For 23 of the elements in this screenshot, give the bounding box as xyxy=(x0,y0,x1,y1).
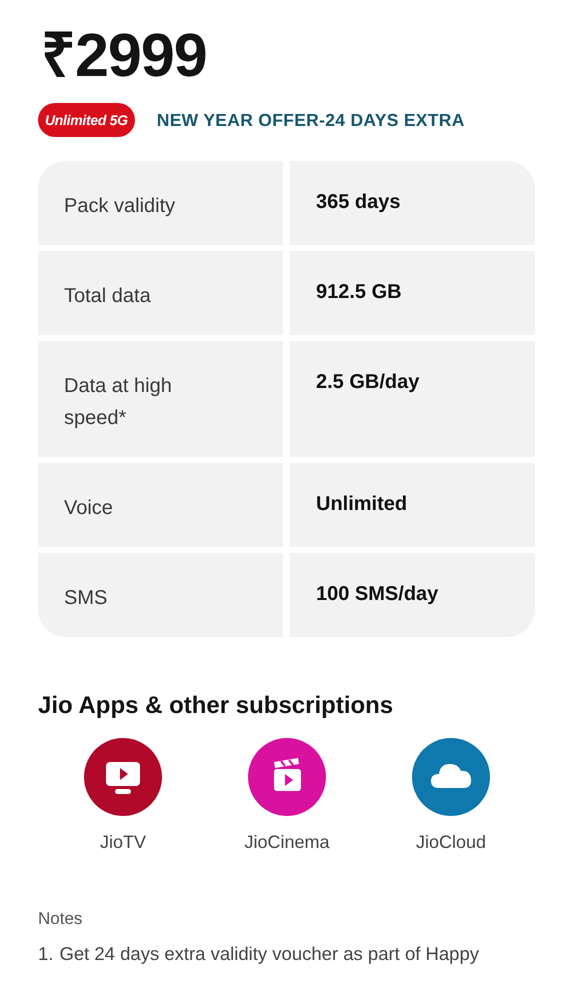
section-heading: Jio Apps & other subscriptions xyxy=(38,692,394,720)
plan-price: ₹2999 xyxy=(41,22,207,90)
benefit-value: Unlimited xyxy=(290,463,535,548)
benefit-label: Total data xyxy=(38,251,283,336)
note-number: 1. xyxy=(38,943,54,966)
app-name[interactable]: JioCinema xyxy=(244,832,330,854)
benefit-value: 2.5 GB/day xyxy=(290,341,535,458)
benefit-label: Voice xyxy=(38,463,283,548)
offer-text: NEW YEAR OFFER-24 DAYS EXTRA xyxy=(156,110,465,131)
benefit-label: Data at high speed* xyxy=(38,341,283,458)
benefit-value: 365 days xyxy=(290,161,535,246)
tv-icon[interactable] xyxy=(84,738,162,816)
cloud-icon[interactable] xyxy=(412,738,490,816)
benefit-value: 100 SMS/day xyxy=(290,553,535,638)
note-text: Get 24 days extra validity voucher as part of Happy xyxy=(59,943,479,966)
app-name[interactable]: JioTV xyxy=(100,832,146,854)
benefit-value: 912.5 GB xyxy=(290,251,535,336)
benefit-label: SMS xyxy=(38,553,283,638)
app-name[interactable]: JioCloud xyxy=(416,832,486,854)
benefit-label: Pack validity xyxy=(38,161,283,246)
clapperboard-icon[interactable] xyxy=(248,738,326,816)
unlimited-5g-badge: Unlimited 5G xyxy=(38,103,135,138)
notes-title: Notes xyxy=(38,909,82,930)
